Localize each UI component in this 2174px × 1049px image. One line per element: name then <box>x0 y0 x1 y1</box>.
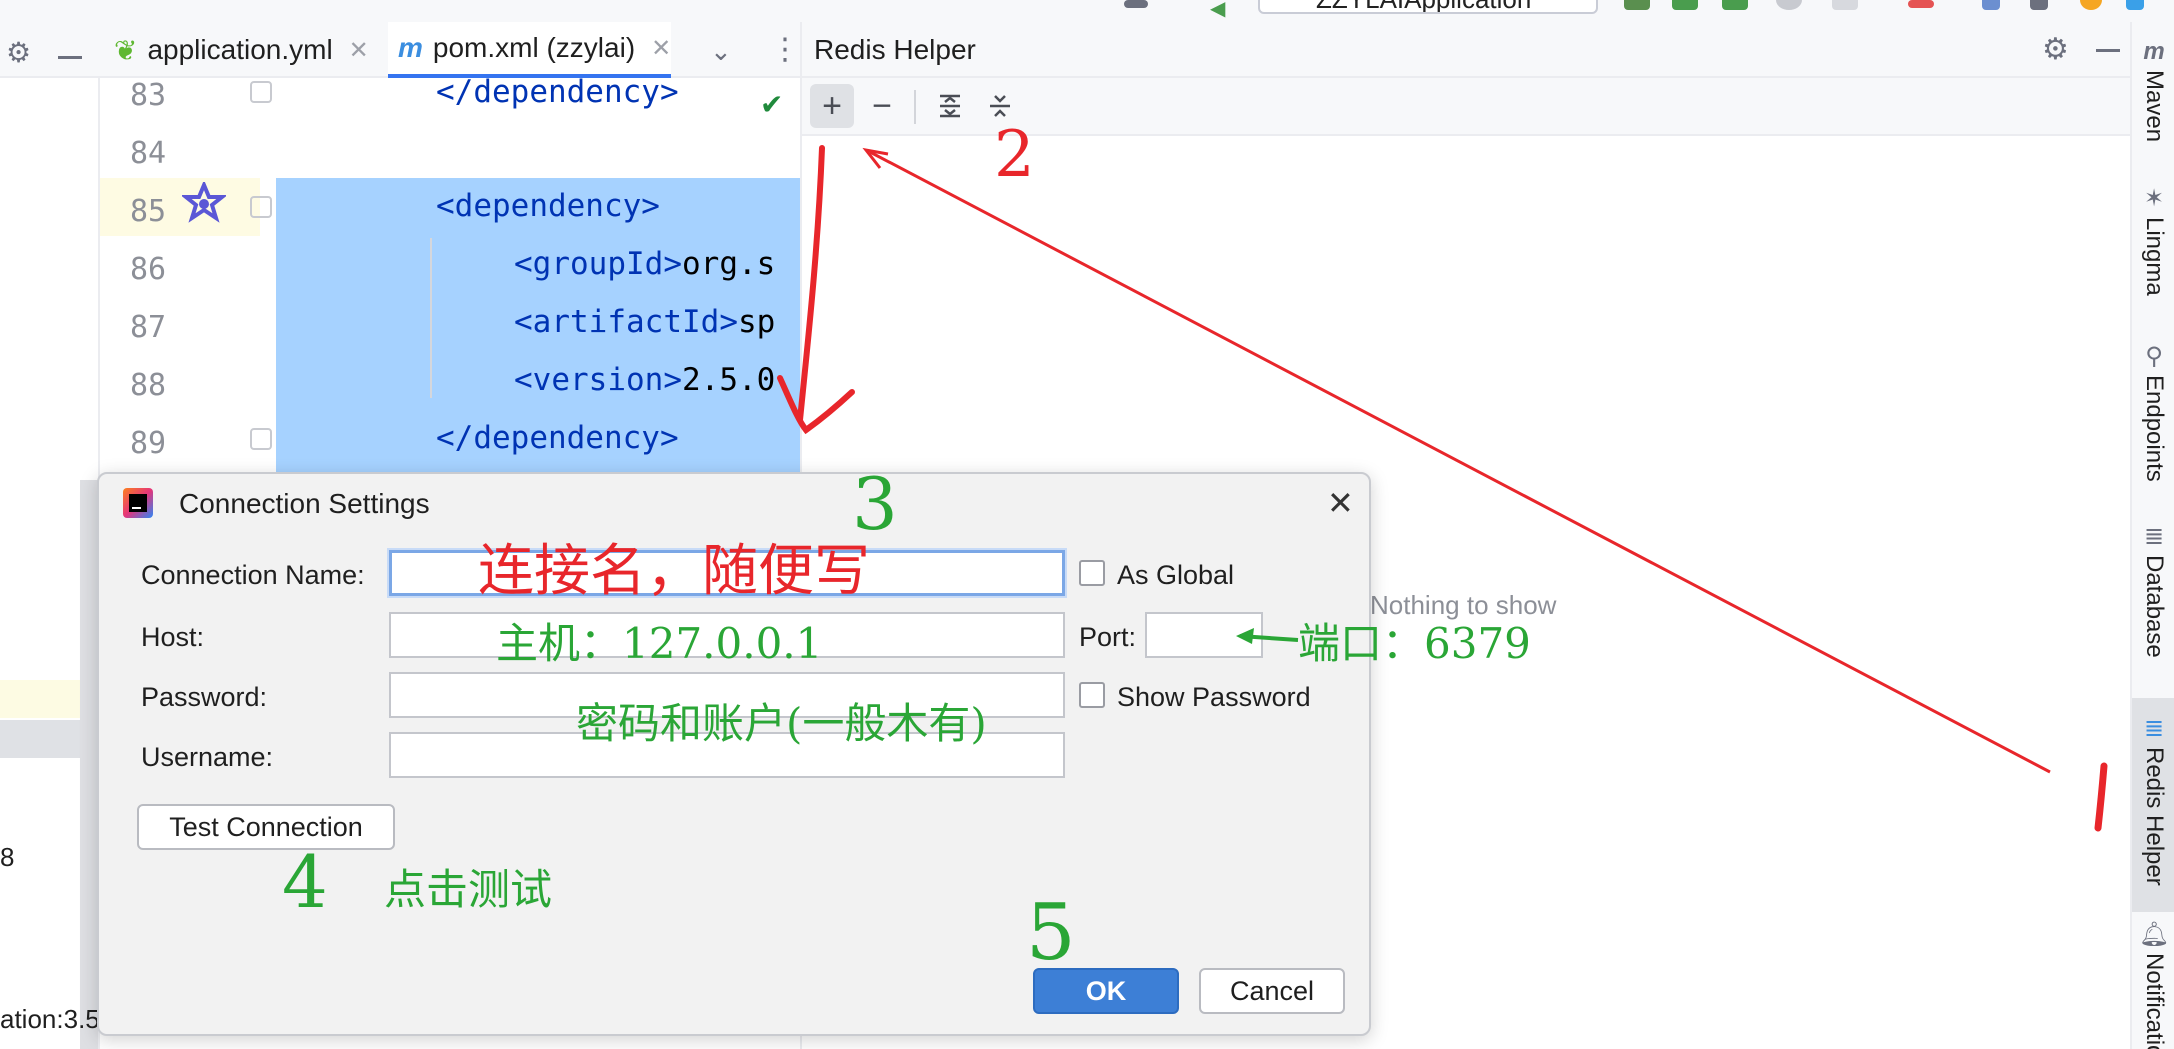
account-icon[interactable] <box>1124 0 1148 8</box>
indent-guide <box>430 238 432 398</box>
toolbar-separator <box>914 90 916 124</box>
stripe-item-lingma[interactable]: ✶ Lingma <box>2132 184 2174 296</box>
code-line-86: <groupId>org.s <box>514 246 776 282</box>
run-configuration-selector[interactable]: ZZYLAIApplication <box>1258 0 1598 14</box>
stripe-item-endpoints[interactable]: ⚲ Endpoints <box>2132 342 2174 482</box>
tab-label: application.yml <box>147 34 333 65</box>
stripe-item-maven[interactable]: m Maven <box>2132 38 2174 142</box>
annotation-host-note: 主机：127.0.0.1 <box>496 619 823 668</box>
gear-icon[interactable]: ⚙ <box>2042 32 2069 67</box>
run-icon[interactable] <box>1624 0 1650 10</box>
chevron-down-icon[interactable]: ⌄ <box>710 36 732 67</box>
close-icon[interactable]: ✕ <box>1327 484 1354 522</box>
line-number: 83 <box>130 78 167 113</box>
tab-application-yml[interactable]: ❦ application.yml ✕ <box>104 22 369 78</box>
attach-icon[interactable] <box>1832 0 1858 10</box>
annotation-step-4: 4 <box>282 840 328 924</box>
collapse-all-icon <box>990 95 1010 117</box>
port-label: Port: <box>1079 622 1137 652</box>
gear-icon[interactable]: ⚙ <box>6 36 31 69</box>
bell-icon: 🔔︎ <box>2138 921 2170 948</box>
translate-icon[interactable] <box>1982 0 2000 10</box>
lingma-icon: ✶ <box>2143 185 2165 212</box>
show-password-label: Show Password <box>1117 682 1311 712</box>
minimize-icon[interactable] <box>58 56 82 59</box>
remove-connection-button[interactable]: − <box>860 84 904 128</box>
stop-icon[interactable] <box>1908 0 1934 8</box>
profile-icon[interactable] <box>1776 0 1802 10</box>
editor-tabs-bar: ⚙ ❦ application.yml ✕ m pom.xml (zzylai)… <box>0 22 800 78</box>
as-global-label: As Global <box>1117 560 1235 590</box>
coverage-icon[interactable] <box>1722 0 1748 10</box>
line-number: 87 <box>130 310 167 345</box>
code-line-83: </dependency> <box>436 74 679 110</box>
fold-marker[interactable] <box>250 81 272 103</box>
password-label: Password: <box>141 682 268 712</box>
line-number: 89 <box>130 426 167 461</box>
maven-m-icon: m <box>398 32 423 63</box>
cancel-button[interactable]: Cancel <box>1199 968 1345 1014</box>
right-tool-stripe: m Maven ✶ Lingma ⚲ Endpoints ≣ Database … <box>2130 22 2174 1049</box>
annotation-step-5: 5 <box>1026 888 1076 978</box>
host-label: Host: <box>141 622 205 652</box>
back-arrow-icon[interactable]: ◀ <box>1210 0 1236 20</box>
redis-helper-header: Redis Helper ⚙ <box>802 22 2132 78</box>
minimize-icon[interactable] <box>2096 49 2120 52</box>
maven-icon: m <box>2143 38 2165 65</box>
more-options-icon[interactable]: ⋮ <box>770 32 800 67</box>
port-input[interactable] <box>1145 612 1263 658</box>
stripe-item-database[interactable]: ≣ Database <box>2132 522 2174 658</box>
spring-leaf-icon: ❦ <box>114 34 138 66</box>
code-editor[interactable]: 83 84 85 86 87 88 89 </dependency> <depe… <box>100 74 800 538</box>
line-number: 85 <box>130 194 167 229</box>
tab-label: pom.xml (zzylai) <box>432 32 636 63</box>
line-number: 88 <box>130 368 167 403</box>
test-connection-button[interactable]: Test Connection <box>137 804 395 850</box>
project-text-fragment: 8 <box>0 842 15 872</box>
annotation-port-note: 端口：6379 <box>1298 619 1531 668</box>
database-icon: ≣ <box>2143 523 2165 550</box>
show-password-checkbox[interactable] <box>1079 682 1105 708</box>
stripe-item-redis-helper[interactable]: ≣ Redis Helper <box>2132 698 2174 912</box>
panel-title: Redis Helper <box>814 34 976 65</box>
annotation-step-2: 2 <box>994 118 1035 192</box>
inspection-ok-icon[interactable]: ✔ <box>760 88 783 121</box>
code-line-89: </dependency> <box>436 420 679 456</box>
connection-name-label: Connection Name: <box>141 560 365 590</box>
endpoints-icon: ⚲ <box>2145 343 2163 370</box>
tab-pom-xml[interactable]: m pom.xml (zzylai) ✕ <box>388 22 672 78</box>
close-icon[interactable]: ✕ <box>349 36 369 65</box>
stripe-item-notifications[interactable]: 🔔︎ Notifications <box>2132 920 2174 1049</box>
plugin-icon[interactable] <box>2126 0 2144 10</box>
expand-all-button[interactable] <box>928 84 972 128</box>
intellij-logo-icon <box>123 488 153 518</box>
annotation-connection-name-note: 连接名，随便写 <box>478 539 870 604</box>
add-connection-button[interactable]: + <box>810 84 854 128</box>
close-icon[interactable]: ✕ <box>651 34 671 63</box>
annotation-test-note: 点击测试 <box>384 865 553 914</box>
username-label: Username: <box>141 742 274 772</box>
search-icon[interactable] <box>2030 0 2048 10</box>
debug-icon[interactable] <box>1672 0 1698 10</box>
as-global-checkbox[interactable] <box>1079 560 1105 586</box>
code-line-87: <artifactId>sp <box>514 304 776 340</box>
expand-all-icon <box>940 94 960 118</box>
annotation-credentials-note: 密码和账户(一般木有) <box>576 699 987 748</box>
project-scrollbar[interactable] <box>80 480 98 1049</box>
fold-marker[interactable] <box>250 428 272 450</box>
updates-icon[interactable] <box>2080 0 2102 10</box>
redis-icon: ≣ <box>2143 715 2165 742</box>
dialog-title: Connection Settings <box>179 488 430 519</box>
code-line-88: <version>2.5.0 <box>514 362 776 398</box>
project-text-fragment: ation:3.5 <box>0 1004 100 1034</box>
code-line-85: <dependency> <box>436 188 660 224</box>
lingma-ai-icon[interactable] <box>182 182 226 226</box>
main-toolbar: ◀ ZZYLAIApplication <box>0 0 2174 22</box>
line-number: 86 <box>130 252 167 287</box>
fold-marker[interactable] <box>250 196 272 218</box>
line-number: 84 <box>130 136 167 171</box>
